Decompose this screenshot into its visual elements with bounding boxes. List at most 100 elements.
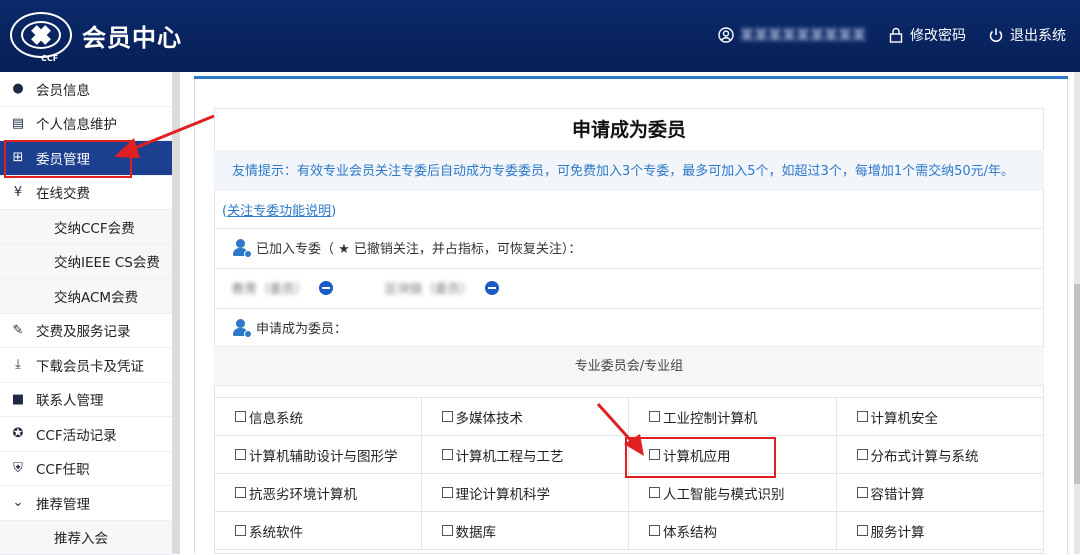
user-menu[interactable]: 某某某某某某某某某 — [718, 25, 866, 45]
joined-label-text: 已加入专委（ ★ 已撤销关注，并占指标，可恢复关注）： — [256, 238, 581, 257]
committee-option[interactable]: 理论计算机科学 — [422, 473, 630, 512]
contact-icon: ■ — [10, 392, 26, 407]
help-link-row: (关注专委功能说明) — [222, 200, 336, 219]
remove-circle-icon[interactable] — [485, 281, 499, 295]
sidebar-item-label: CCF任职 — [36, 458, 90, 478]
sidebar-item-label: 交纳ACM会费 — [54, 286, 138, 306]
checkbox[interactable] — [857, 449, 868, 460]
committee-option[interactable]: 数据库 — [422, 511, 630, 550]
committee-table-header: 专业委员会/专业组 — [214, 346, 1044, 386]
top-header: CCF 会员中心 某某某某某某某某某 修改密码 退出系统 — [0, 0, 1080, 72]
checkbox[interactable] — [235, 449, 246, 460]
committee-label: 分布式计算与系统 — [871, 445, 979, 465]
committee-option[interactable]: 工业控制计算机 — [629, 397, 837, 436]
sidebar-item-pay-ccf[interactable]: 交纳CCF会费 — [0, 210, 172, 245]
user-name: 某某某某某某某某某 — [740, 25, 866, 45]
committee-label: 信息系统 — [249, 407, 303, 427]
sidebar-item-label: 下载会员卡及凭证 — [36, 355, 144, 375]
committee-label: 服务计算 — [871, 521, 925, 541]
apply-label-text: 申请成为委员： — [256, 318, 347, 337]
change-password-link[interactable]: 修改密码 — [888, 25, 966, 45]
checkbox[interactable] — [649, 525, 660, 536]
joined-committee-name: 教育（委员） — [232, 278, 307, 297]
committee-label: 容错计算 — [871, 483, 925, 503]
chevron-circle-icon: ⌄ — [10, 495, 26, 510]
committee-option[interactable]: 服务计算 — [837, 511, 1045, 550]
sidebar-item-label: 交纳CCF会费 — [54, 217, 135, 237]
checkbox[interactable] — [442, 449, 453, 460]
committee-option[interactable]: 抗恶劣环境计算机 — [214, 473, 422, 512]
committee-option[interactable]: 体系结构 — [629, 511, 837, 550]
ccf-logo[interactable]: CCF — [10, 12, 72, 58]
annotation-arrow-icon — [100, 110, 220, 170]
sidebar-item-label: 交费及服务记录 — [36, 320, 131, 340]
power-icon — [988, 27, 1004, 43]
logout-label: 退出系统 — [1010, 25, 1066, 45]
committee-label: 抗恶劣环境计算机 — [249, 483, 357, 503]
checkbox[interactable] — [442, 525, 453, 536]
committee-help-link[interactable]: 关注专委功能说明 — [227, 204, 331, 219]
joined-committees-list: 教育（委员） 区块链（委员） — [232, 278, 499, 297]
person-added-icon — [232, 239, 250, 257]
checkbox[interactable] — [235, 525, 246, 536]
sidebar-item-pay-ieee-cs[interactable]: 交纳IEEE CS会费 — [0, 245, 172, 280]
committee-label: 系统软件 — [249, 521, 303, 541]
committee-label: 计算机安全 — [871, 407, 939, 427]
committee-option[interactable]: 分布式计算与系统 — [837, 435, 1045, 474]
sidebar-item-label: 交纳IEEE CS会费 — [54, 251, 160, 271]
user-circle-icon — [718, 27, 734, 43]
checkbox[interactable] — [857, 487, 868, 498]
committee-option[interactable]: 人工智能与模式识别 — [629, 473, 837, 512]
sidebar-item-label: 联系人管理 — [36, 389, 104, 409]
annotation-arrow-icon — [590, 398, 650, 460]
apply-member-label: 申请成为委员： — [232, 318, 347, 337]
committee-option[interactable]: 信息系统 — [214, 397, 422, 436]
checkbox[interactable] — [442, 487, 453, 498]
committee-label: 理论计算机科学 — [456, 483, 551, 503]
checkbox[interactable] — [649, 411, 660, 422]
link-suffix: ) — [331, 204, 336, 219]
download-icon: ⤓ — [10, 357, 26, 372]
logo-emblem-icon — [21, 21, 61, 49]
committee-label: 多媒体技术 — [456, 407, 524, 427]
remove-circle-icon[interactable] — [319, 281, 333, 295]
person-apply-icon — [232, 319, 250, 337]
tip-text: 友情提示：有效专业会员关注专委后自动成为专委委员，可免费加入3个专委，最多可加入… — [232, 160, 1014, 179]
sidebar-item-activity-records[interactable]: ✪CCF活动记录 — [0, 417, 172, 452]
header-actions: 某某某某某某某某某 修改密码 退出系统 — [718, 25, 1066, 45]
sidebar-item-referral-join[interactable]: 推荐入会 — [0, 521, 172, 555]
sidebar-item-payment-records[interactable]: ✎交费及服务记录 — [0, 314, 172, 349]
card-icon: ▤ — [10, 116, 26, 131]
scrollbar-thumb[interactable] — [1074, 284, 1080, 484]
committee-option[interactable]: 计算机安全 — [837, 397, 1045, 436]
checkbox[interactable] — [649, 487, 660, 498]
committee-option[interactable]: 计算机辅助设计与图形学 — [214, 435, 422, 474]
lock-icon — [888, 27, 904, 43]
page-scrollbar[interactable] — [1074, 72, 1080, 554]
checkbox[interactable] — [442, 411, 453, 422]
sidebar-item-online-payment[interactable]: ¥在线交费 — [0, 176, 172, 211]
checkbox[interactable] — [235, 411, 246, 422]
sidebar-item-download-card[interactable]: ⤓ 下载会员卡及凭证 — [0, 348, 172, 383]
checkbox[interactable] — [235, 487, 246, 498]
yen-circle-icon: ¥ — [10, 185, 26, 200]
sidebar-item-member-info[interactable]: ●会员信息 — [0, 72, 172, 107]
committee-label: 体系结构 — [663, 521, 717, 541]
divider — [214, 308, 1044, 309]
app-title: 会员中心 — [82, 18, 182, 53]
logout-link[interactable]: 退出系统 — [988, 25, 1066, 45]
sidebar-item-label: 推荐管理 — [36, 493, 90, 513]
sidebar-item-pay-acm[interactable]: 交纳ACM会费 — [0, 279, 172, 314]
checkbox[interactable] — [857, 411, 868, 422]
star-circle-icon: ✪ — [10, 426, 26, 441]
sidebar-item-ccf-positions[interactable]: ⛨CCF任职 — [0, 452, 172, 487]
committee-label: 计算机工程与工艺 — [456, 445, 564, 465]
committee-option[interactable]: 系统软件 — [214, 511, 422, 550]
sidebar-item-referral-management[interactable]: ⌄ 推荐管理 — [0, 486, 172, 521]
committee-option[interactable]: 容错计算 — [837, 473, 1045, 512]
checkbox[interactable] — [857, 525, 868, 536]
sidebar-item-label: 推荐入会 — [54, 527, 108, 547]
committee-label: 工业控制计算机 — [663, 407, 758, 427]
committee-label: 数据库 — [456, 521, 497, 541]
sidebar-item-contacts[interactable]: ■ 联系人管理 — [0, 383, 172, 418]
